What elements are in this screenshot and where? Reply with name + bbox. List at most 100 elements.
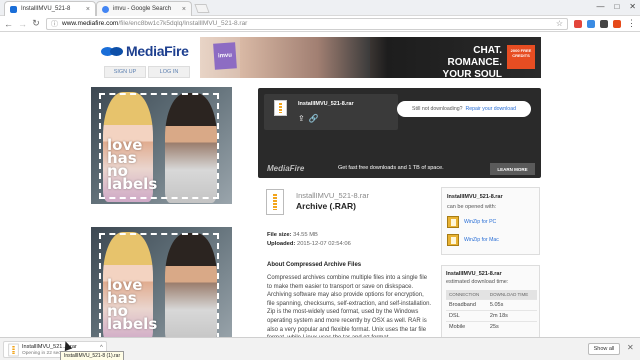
ad-headline: CHAT. ROMANCE. YOUR SOUL MATE. — [442, 45, 502, 78]
time-cell: 2m 18s — [486, 310, 537, 322]
file-size-label: File size: — [267, 232, 292, 238]
winzip-icon — [447, 234, 459, 246]
signup-button[interactable]: SIGN UP — [104, 66, 146, 78]
browser-menu-icon[interactable]: ⋮ — [627, 18, 636, 29]
ad-credits-badge: 2000 FREE CREDITS — [507, 45, 535, 69]
address-bar[interactable]: ⓘ www.mediafire.com/file/enc8bw1c7k5dqlq… — [46, 17, 568, 30]
table-header-row: CONNECTION DOWNLOAD TIME — [446, 290, 537, 300]
url-host: www.mediafire.com — [62, 20, 119, 27]
about-title: About Compressed Archive Files — [267, 262, 362, 268]
tab-mediafire[interactable]: InstallIMVU_521-8 × — [4, 1, 96, 16]
web-page: MediaFire SIGN UP LOG IN imvu CHAT. ROMA… — [0, 32, 640, 337]
ad-photo — [240, 37, 370, 78]
new-tab-button[interactable] — [194, 4, 210, 13]
extensions — [574, 19, 621, 28]
forward-icon[interactable]: → — [18, 19, 27, 29]
maximize-icon[interactable]: □ — [614, 2, 619, 11]
mediafire-footer-logo: MediaFire — [267, 164, 305, 173]
download-panel: InstallIMVU_521-8.rar ⇪ 🔗 Still not down… — [258, 88, 541, 178]
download-time-subtitle: estimated download time: — [446, 279, 509, 285]
download-tooltip: InstallIMVU_521-8 (1).rar — [60, 351, 125, 360]
tab-close-icon[interactable]: × — [182, 6, 186, 13]
connection-cell: Mobile — [446, 321, 487, 333]
winzip-mac-link[interactable]: WinZip for Mac — [464, 237, 499, 243]
column-header: DOWNLOAD TIME — [486, 290, 537, 300]
repair-prefix: Still not downloading? — [412, 106, 463, 112]
auth-buttons: SIGN UP LOG IN — [104, 66, 190, 78]
time-cell: 5.05s — [486, 299, 537, 311]
mediafire-logo-icon — [101, 45, 123, 58]
open-with-title: InstallIMVU_521-8.rar — [447, 194, 503, 200]
logo-text: MediaFire — [126, 43, 189, 59]
promo-tagline: Get fast free downloads and 1 TB of spac… — [338, 165, 444, 171]
mediafire-logo[interactable]: MediaFire — [101, 43, 189, 59]
open-with-app[interactable]: WinZip for PC — [447, 216, 534, 228]
table-row: Mobile 25s — [446, 321, 537, 333]
file-size-value: 34.55 MB — [293, 232, 318, 238]
poster-words: love has no labels — [107, 278, 158, 333]
download-time-title: InstallIMVU_521-8.rar — [446, 271, 502, 277]
imvu-ad-banner[interactable]: imvu CHAT. ROMANCE. YOUR SOUL MATE. 2000… — [200, 37, 541, 78]
share-icon[interactable]: ⇪ — [298, 114, 305, 123]
poster-word: labels — [107, 175, 158, 193]
table-row: Broadband 5.05s — [446, 299, 537, 311]
google-favicon-icon — [102, 5, 109, 13]
file-name: InstallIMVU_521-8.rar — [296, 191, 369, 200]
about-text: Compressed archives combine multiple fil… — [267, 275, 432, 337]
table-row: DSL 2m 18s — [446, 310, 537, 322]
mediafire-favicon-icon — [10, 5, 17, 13]
file-type: Archive (.RAR) — [296, 201, 356, 211]
side-ad-poster[interactable]: love has no labels — [91, 227, 232, 337]
tab-google-search[interactable]: imvu - Google Search × — [96, 1, 192, 16]
poster-words: love has no labels — [107, 138, 158, 193]
column-header: CONNECTION — [446, 290, 487, 300]
download-button[interactable]: InstallIMVU_521-8.rar ⇪ 🔗 — [264, 94, 398, 130]
uploaded-value: 2015-12-07 02:54:06 — [296, 241, 351, 247]
connection-cell: Broadband — [446, 299, 487, 311]
page-info-icon[interactable]: ⓘ — [51, 19, 58, 29]
close-shelf-icon[interactable]: ✕ — [627, 343, 634, 352]
window-controls: — □ ✕ — [596, 2, 636, 11]
rar-file-icon — [274, 100, 287, 116]
back-icon[interactable]: ← — [4, 19, 13, 29]
close-window-icon[interactable]: ✕ — [629, 2, 636, 11]
open-with-app[interactable]: WinZip for Mac — [447, 234, 534, 246]
browser-titlebar: InstallIMVU_521-8 × imvu - Google Search… — [0, 0, 640, 16]
time-cell: 25s — [486, 321, 537, 333]
repair-download-link[interactable]: Repair your download — [466, 106, 516, 112]
file-meta: File size: 34.55 MB Uploaded: 2015-12-07… — [267, 231, 351, 249]
extension-icon[interactable] — [600, 19, 608, 28]
winzip-icon — [447, 216, 459, 228]
winzip-pc-link[interactable]: WinZip for PC — [464, 219, 496, 225]
browser-toolbar: ← → ↻ ⓘ www.mediafire.com/file/enc8bw1c7… — [0, 16, 640, 32]
link-icon[interactable]: 🔗 — [309, 114, 319, 123]
extension-icon[interactable] — [587, 19, 595, 28]
repair-download-box: Still not downloading? Repair your downl… — [397, 101, 531, 117]
tab-title: InstallIMVU_521-8 — [21, 6, 71, 12]
open-with-subtitle: can be opened with: — [447, 204, 497, 210]
connection-cell: DSL — [446, 310, 487, 322]
url-path: /file/enc8bw1c7k5dqlq/InstallIMVU_521-8.… — [118, 20, 248, 27]
tab-close-icon[interactable]: × — [86, 6, 90, 13]
uploaded-label: Uploaded: — [267, 241, 296, 247]
download-shelf: InstallIMVU_521.....rar Opening in 22 se… — [0, 337, 640, 360]
download-time-table: CONNECTION DOWNLOAD TIME Broadband 5.05s… — [446, 290, 537, 333]
learn-more-button[interactable]: LEARN MORE — [490, 163, 535, 175]
side-ad-poster[interactable]: love has no labels — [91, 87, 232, 204]
show-all-button[interactable]: Show all — [588, 343, 620, 355]
reload-icon[interactable]: ↻ — [32, 18, 40, 29]
download-time-panel: InstallIMVU_521-8.rar estimated download… — [441, 265, 540, 337]
tab-title: imvu - Google Search — [113, 6, 172, 12]
extension-icon[interactable] — [613, 19, 621, 28]
share-actions: ⇪ 🔗 — [298, 114, 319, 123]
minimize-icon[interactable]: — — [596, 2, 604, 11]
login-button[interactable]: LOG IN — [148, 66, 190, 78]
bookmark-star-icon[interactable]: ☆ — [556, 19, 563, 28]
extension-icon[interactable] — [574, 19, 582, 28]
rar-file-icon — [8, 343, 19, 357]
imvu-logo: imvu — [213, 42, 237, 70]
open-with-panel: InstallIMVU_521-8.rar can be opened with… — [441, 187, 540, 255]
rar-file-icon — [266, 189, 284, 215]
download-filename: InstallIMVU_521-8.rar — [298, 101, 354, 107]
poster-word: labels — [107, 315, 158, 333]
